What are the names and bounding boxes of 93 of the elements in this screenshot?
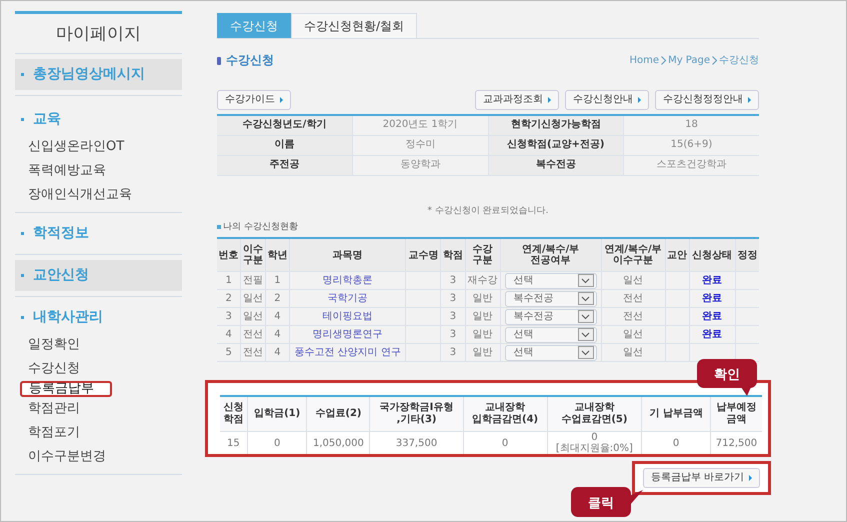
- table-cell: 3: [217, 308, 241, 326]
- info-button[interactable]: 수강신청안내: [565, 90, 649, 110]
- table-cell: 이름: [217, 135, 352, 156]
- table-cell: 전선: [240, 344, 266, 362]
- table-cell: 전선: [240, 326, 266, 344]
- chevron-icon: [712, 56, 717, 66]
- chevron-icon: [661, 56, 666, 66]
- sidebar-item[interactable]: 학점관리: [15, 397, 182, 421]
- callout: 클릭: [571, 487, 643, 517]
- bullet-icon: [217, 224, 221, 229]
- table-cell: 동양학과: [352, 155, 488, 176]
- table-cell: 일반: [465, 326, 500, 344]
- sidebar-item[interactable]: 학점포기: [15, 421, 182, 445]
- table-cell: 일반: [465, 308, 500, 326]
- column-header: 국가장학금I유형 ,기타(3): [370, 396, 464, 432]
- major-dropdown[interactable]: 선택: [504, 344, 597, 361]
- table-cell: 신청학점(교양+전공): [488, 135, 624, 156]
- table-cell: 전필: [240, 272, 266, 290]
- column-header: 납부예정 금액: [710, 396, 762, 432]
- table-cell: 일선: [601, 272, 665, 290]
- table-cell: 1: [217, 272, 241, 290]
- bullet-icon: [217, 56, 221, 65]
- table-cell: 전선: [601, 308, 665, 326]
- table-cell: 주전공: [217, 155, 352, 176]
- sidebar-item[interactable]: 수강신청: [15, 357, 182, 381]
- info-button[interactable]: 교과과정조회: [475, 90, 559, 110]
- table-cell: 2020년도 1학기: [352, 114, 488, 136]
- table-cell: 정수미: [352, 135, 488, 156]
- table-cell: 복수전공: [488, 155, 624, 176]
- page-title: 수강신청: [226, 53, 274, 68]
- table-cell: 일반: [465, 344, 500, 362]
- column-header: 교내장학 수업료감면(5): [547, 396, 642, 432]
- info-button[interactable]: 수강신청정정안내: [655, 90, 759, 110]
- section-heading: 나의 수강신청현황: [223, 222, 298, 232]
- column-header: 연계/복수/부 전공여부: [500, 238, 601, 272]
- tab[interactable]: 수강신청현황/철회: [291, 13, 418, 38]
- sidebar-item[interactable]: 일정확인: [15, 333, 182, 357]
- column-header: 입학금(1): [247, 396, 307, 432]
- column-header: 교내장학 입학금감면(4): [463, 396, 548, 432]
- table-cell: 스포츠건강학과: [624, 155, 759, 176]
- column-header: 정정: [735, 238, 759, 272]
- table-cell: 3: [440, 290, 466, 308]
- column-header: 이수 구분: [240, 238, 266, 272]
- sidebar-item[interactable]: 폭력예방교육: [15, 159, 182, 183]
- major-dropdown[interactable]: 선택: [504, 326, 597, 343]
- table-cell: 3: [440, 344, 466, 362]
- column-header: 신청 학점: [220, 396, 248, 432]
- table-cell: 5: [217, 344, 241, 362]
- table-cell: 수강신청년도/학기: [217, 114, 352, 136]
- table-cell: 4: [265, 308, 290, 326]
- payment-shortcut-button[interactable]: 등록금납부 바로가기: [642, 468, 760, 488]
- column-header: 수강 구분: [465, 238, 500, 272]
- column-header: 과목명: [290, 238, 406, 272]
- column-header: 교안: [665, 238, 690, 272]
- notice-text: * 수강신청이 완료되었습니다.: [426, 206, 550, 217]
- table-cell: 일반: [465, 290, 500, 308]
- table-cell: 3: [440, 272, 466, 290]
- column-header: 학년: [265, 238, 290, 272]
- table-cell: 일선: [240, 308, 266, 326]
- column-header: 연계/복수/부 이수구분: [601, 238, 665, 272]
- sidebar-item[interactable]: 신입생온라인OT: [15, 135, 182, 159]
- sidebar-title: 마이페이지: [15, 14, 182, 54]
- table-cell: 18: [624, 114, 759, 136]
- column-header: 기 납부금액: [642, 396, 710, 432]
- table-cell: 2: [217, 290, 241, 308]
- column-header: 학점: [440, 238, 466, 272]
- table-cell: 4: [217, 326, 241, 344]
- column-header: 수업료(2): [306, 396, 370, 432]
- major-dropdown[interactable]: 복수전공: [504, 290, 597, 307]
- table-cell: 712,500: [710, 432, 762, 454]
- table-cell: 1: [265, 272, 290, 290]
- major-dropdown[interactable]: 복수전공: [504, 308, 597, 325]
- table-cell: 4: [265, 344, 290, 362]
- table-cell: 일선: [601, 326, 665, 344]
- sidebar-item[interactable]: 이수구분변경: [15, 445, 182, 469]
- table-cell: 현학기신청가능학점: [488, 114, 624, 136]
- callout: 확인: [697, 359, 757, 396]
- table-cell: 일선: [240, 290, 266, 308]
- table-cell: 4: [265, 326, 290, 344]
- table-cell: 3: [440, 326, 466, 344]
- table-cell: 15(6+9): [624, 135, 759, 156]
- guide-button[interactable]: 수강가이드: [217, 90, 291, 110]
- sidebar-item[interactable]: 장애인식개선교육: [15, 183, 182, 207]
- table-cell: 2: [265, 290, 290, 308]
- table-cell: 전선: [601, 290, 665, 308]
- table-cell: 재수강: [465, 272, 500, 290]
- column-header: 번호: [217, 238, 241, 272]
- table-cell: 15: [220, 432, 248, 454]
- column-header: 신청상태: [689, 238, 736, 272]
- major-dropdown[interactable]: 선택: [504, 272, 597, 289]
- column-header: 교수명: [406, 238, 441, 272]
- table-cell: 일선: [601, 344, 665, 362]
- table-cell: 3: [440, 308, 466, 326]
